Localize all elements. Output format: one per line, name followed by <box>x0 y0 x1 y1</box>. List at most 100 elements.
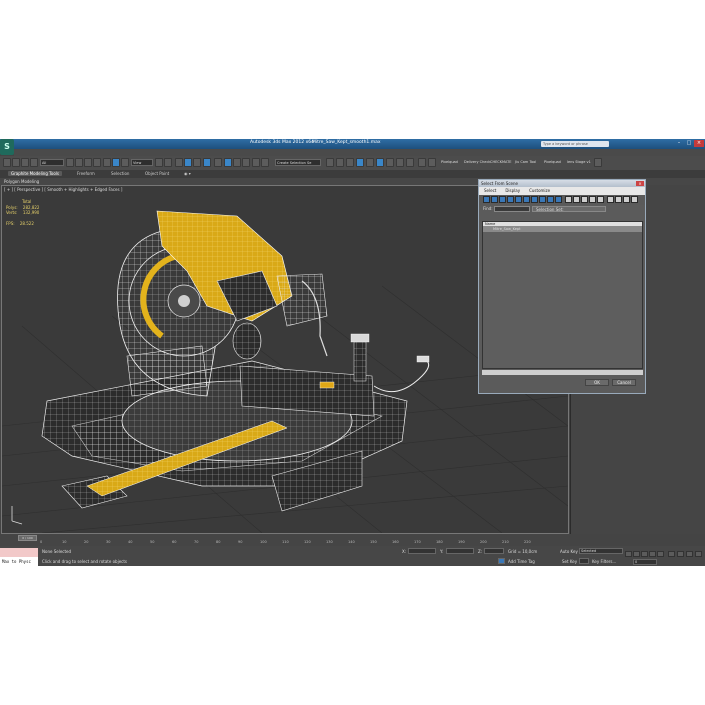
selection-set-combo[interactable]: Selection Set: <box>532 206 606 212</box>
select-move-icon[interactable] <box>103 158 111 167</box>
plugin-icon[interactable] <box>428 158 436 167</box>
angle-snap-icon[interactable] <box>184 158 192 167</box>
maximize-viewport-icon[interactable] <box>695 551 702 557</box>
display-bones-icon[interactable] <box>547 196 554 203</box>
maxscript-input-line[interactable]: Max to Physc <box>0 557 38 566</box>
rect-region-icon[interactable] <box>84 158 92 167</box>
render-iterative-icon[interactable] <box>376 158 384 167</box>
select-all-icon[interactable] <box>565 196 572 203</box>
select-invert-icon[interactable] <box>581 196 588 203</box>
goto-end-icon[interactable] <box>657 551 664 557</box>
z-coord-field[interactable] <box>484 548 504 554</box>
named-selection-combo[interactable]: Create Selection Se <box>275 159 321 166</box>
mirror-icon[interactable] <box>224 158 232 167</box>
display-containers-icon[interactable] <box>555 196 562 203</box>
dialog-horizontal-scrollbar[interactable] <box>482 370 643 375</box>
list-item[interactable]: Mitre_Saw_Kept <box>483 226 642 232</box>
set-key-label[interactable]: Set Key <box>562 559 577 564</box>
render-production-icon[interactable] <box>366 158 374 167</box>
select-from-scene-dialog[interactable]: Select From Scene × Select Display Customi… <box>478 179 646 394</box>
render-setup-icon[interactable] <box>346 158 354 167</box>
ok-button[interactable]: OK <box>585 379 609 386</box>
tab-selection[interactable]: Selection <box>111 171 129 176</box>
filter-icon[interactable] <box>615 196 622 203</box>
tab-object-paint[interactable]: Object Paint <box>145 171 169 176</box>
zoom-extents-icon[interactable] <box>686 551 693 557</box>
edit-named-sets-icon[interactable] <box>214 158 222 167</box>
select-rotate-icon[interactable] <box>112 158 120 167</box>
schematic-view-icon[interactable] <box>326 158 334 167</box>
x-coord-field[interactable] <box>408 548 436 554</box>
rendered-frame-icon[interactable] <box>356 158 364 167</box>
app-logo-icon[interactable]: S <box>0 139 14 155</box>
dialog-close-button[interactable]: × <box>636 181 644 186</box>
delivery-check-button[interactable]: Delivery Check <box>464 160 490 164</box>
prev-frame-icon[interactable] <box>633 551 640 557</box>
goto-start-icon[interactable] <box>625 551 632 557</box>
close-button[interactable]: × <box>694 140 704 147</box>
script-icon[interactable] <box>418 158 426 167</box>
render-icon[interactable] <box>396 158 404 167</box>
tool-icon[interactable] <box>406 158 414 167</box>
window-crossing-icon[interactable] <box>93 158 101 167</box>
key-filters-button[interactable]: Key Filters... <box>592 559 616 564</box>
checkmate-button[interactable]: CHECKMATE <box>490 160 512 164</box>
search-input[interactable]: Type a keyword or phrase <box>541 141 609 147</box>
extra-tool-icon[interactable] <box>594 158 602 167</box>
zoom-all-icon[interactable] <box>677 551 684 557</box>
ribbon-toggle-icon[interactable]: ◉ ▾ <box>184 171 191 176</box>
cam-tool-button[interactable]: Jiu Cam Tool <box>515 160 536 164</box>
dialog-tab-customize[interactable]: Customize <box>529 188 550 193</box>
align-icon[interactable] <box>233 158 241 167</box>
display-shapes-icon[interactable] <box>491 196 498 203</box>
tab-graphite-modeling[interactable]: Graphite Modeling Tools <box>8 171 63 176</box>
cancel-button[interactable]: Cancel <box>612 379 636 386</box>
timeline[interactable]: 0 / 100 0 10 20 30 40 50 60 70 80 90 100… <box>0 534 570 546</box>
layer-manager-icon[interactable] <box>242 158 250 167</box>
display-geometry-icon[interactable] <box>483 196 490 203</box>
maxscript-listener[interactable]: Max to Physc <box>0 548 38 566</box>
redo-icon[interactable] <box>12 158 20 167</box>
display-groups-icon[interactable] <box>531 196 538 203</box>
selection-filter-combo[interactable]: All <box>40 159 64 166</box>
spinner-snap-icon[interactable] <box>203 158 211 167</box>
select-object-icon[interactable] <box>66 158 74 167</box>
find-input[interactable] <box>494 206 530 212</box>
reference-coord-combo[interactable]: View <box>131 159 153 166</box>
next-frame-icon[interactable] <box>649 551 656 557</box>
undo-icon[interactable] <box>3 158 11 167</box>
auto-key-label[interactable]: Auto Key <box>560 549 578 554</box>
add-time-tag[interactable]: Add Time Tag <box>508 559 535 564</box>
display-lights-icon[interactable] <box>499 196 506 203</box>
snap-icon[interactable] <box>175 158 183 167</box>
pixelquad-button-2[interactable]: Pixelquad <box>544 160 561 164</box>
key-mode-icon[interactable] <box>498 558 505 564</box>
sync-selection-icon[interactable] <box>607 196 614 203</box>
lens-stage-button[interactable]: lens Stage v1 <box>567 160 591 164</box>
dialog-tab-select[interactable]: Select <box>484 188 496 193</box>
link-icon[interactable] <box>21 158 29 167</box>
curve-editor-icon[interactable] <box>261 158 269 167</box>
play-icon[interactable] <box>641 551 648 557</box>
dialog-tab-display[interactable]: Display <box>505 188 520 193</box>
activeshade-icon[interactable] <box>386 158 394 167</box>
time-slider[interactable]: 0 / 100 <box>18 535 37 541</box>
display-warps-icon[interactable] <box>523 196 530 203</box>
pixelquad-button[interactable]: Pixelquad <box>441 160 458 164</box>
material-editor-icon[interactable] <box>336 158 344 167</box>
select-by-name-icon[interactable] <box>75 158 83 167</box>
graphite-icon[interactable] <box>252 158 260 167</box>
tab-freeform[interactable]: Freeform <box>77 171 95 176</box>
options-icon[interactable] <box>631 196 638 203</box>
auto-key-combo[interactable]: Selected <box>579 548 623 554</box>
maxscript-macro-line[interactable] <box>0 548 38 557</box>
display-xrefs-icon[interactable] <box>539 196 546 203</box>
current-frame-field[interactable]: 0 <box>633 559 657 565</box>
unlink-icon[interactable] <box>30 158 38 167</box>
percent-snap-icon[interactable] <box>193 158 201 167</box>
y-coord-field[interactable] <box>446 548 474 554</box>
select-scale-icon[interactable] <box>121 158 129 167</box>
display-children-icon[interactable] <box>589 196 596 203</box>
maximize-button[interactable]: □ <box>684 140 694 147</box>
set-key-icon[interactable] <box>579 558 589 564</box>
